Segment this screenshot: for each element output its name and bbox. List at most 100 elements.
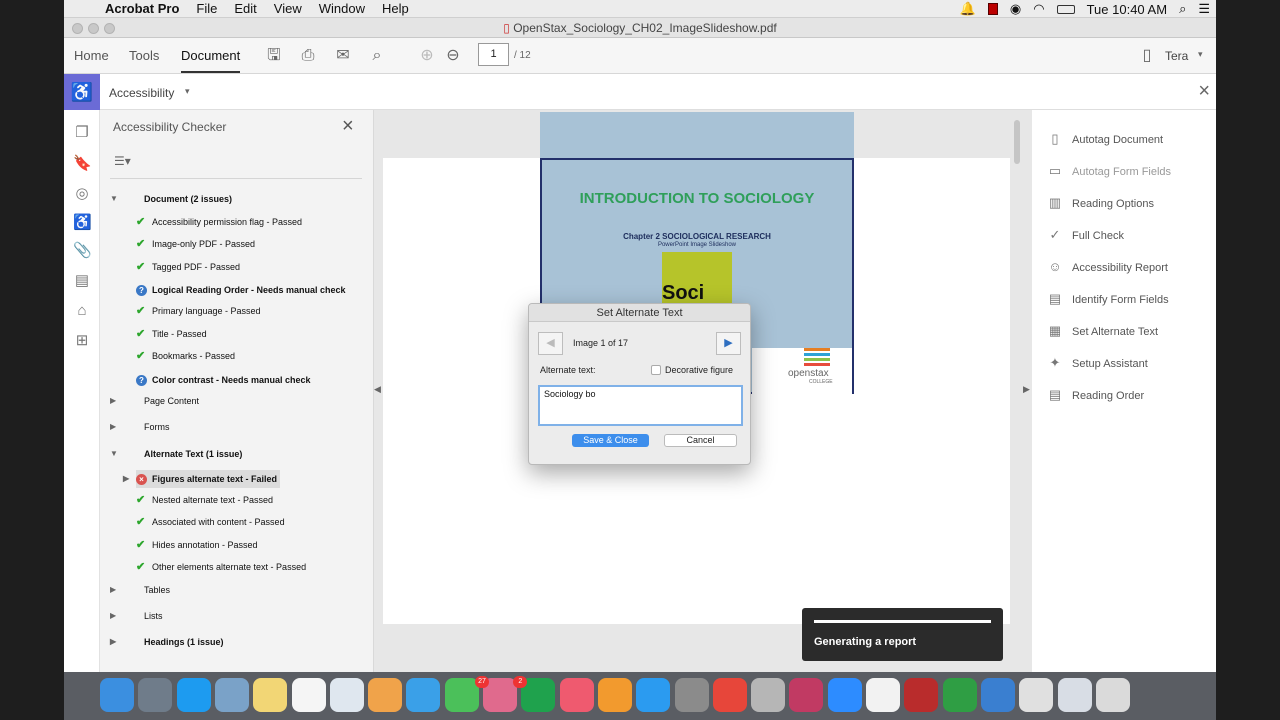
dock-app-icon[interactable] (1095, 678, 1130, 712)
tab-home[interactable]: Home (74, 48, 109, 63)
cancel-button[interactable]: Cancel (664, 434, 737, 447)
tool-item[interactable]: ▯ Autotag Document (1046, 130, 1163, 150)
minimize-window-button[interactable] (88, 23, 99, 34)
tree-item[interactable]: ✔ Nested alternate text - Passed (136, 491, 273, 509)
dock-app-icon[interactable] (866, 678, 900, 712)
tree-group[interactable]: ▼ Alternate Text (1 issue) (110, 445, 242, 463)
collapsed-triangle-icon[interactable]: ▶ (110, 392, 116, 410)
tab-document[interactable]: Document (181, 48, 241, 73)
menu-app-name[interactable]: Acrobat Pro (105, 1, 179, 16)
search-accessibility-icon[interactable]: ◎ (73, 185, 91, 203)
email-icon[interactable]: ✉ (332, 45, 354, 67)
save-close-button[interactable]: Save & Close (572, 434, 649, 447)
print-icon[interactable]: ⎙ (297, 45, 319, 67)
accessibility-checker-icon[interactable]: ♿ (73, 214, 92, 232)
save-icon[interactable]: 🖫 (263, 45, 285, 67)
attachments-icon[interactable]: 📎 (73, 242, 92, 260)
tree-item[interactable]: ✔ Hides annotation - Passed (136, 536, 258, 554)
spotlight-search-icon[interactable]: ⌕ (1179, 1, 1186, 17)
dock-app-icon[interactable] (674, 678, 709, 712)
dock-app-icon[interactable] (712, 678, 747, 712)
tree-item[interactable]: ✔ Title - Passed (136, 325, 207, 343)
dock-app-icon[interactable] (406, 678, 441, 712)
tool-item[interactable]: ▤ Identify Form Fields (1046, 290, 1169, 310)
tab-tools[interactable]: Tools (129, 48, 159, 63)
dock-app-icon[interactable] (827, 678, 862, 712)
close-window-button[interactable] (72, 23, 83, 34)
dock-app-icon[interactable] (751, 678, 786, 712)
tool-item[interactable]: ▥ Reading Options (1046, 194, 1154, 214)
close-panel-icon[interactable]: × (342, 115, 354, 138)
notification-icon[interactable]: 🔔 (960, 1, 976, 17)
dock-app-icon[interactable] (597, 678, 632, 712)
tree-item[interactable]: ✔ Accessibility permission flag - Passed (136, 213, 302, 231)
menu-list-icon[interactable]: ☰ (1198, 1, 1210, 17)
dock-app-icon[interactable] (176, 678, 211, 712)
clock[interactable]: Tue 10:40 AM (1087, 2, 1167, 17)
user-name[interactable]: Tera (1165, 49, 1188, 63)
tool-item[interactable]: ✓ Full Check (1046, 226, 1124, 246)
dock-app-icon[interactable] (253, 678, 288, 712)
next-image-button[interactable]: ▶ (716, 332, 741, 355)
tree-item[interactable]: ? Logical Reading Order - Needs manual ch… (136, 281, 346, 299)
collapsed-triangle-icon[interactable]: ▶ (110, 633, 116, 651)
expanded-triangle-icon[interactable]: ▼ (110, 190, 118, 208)
tree-item[interactable]: ✔ Primary language - Passed (136, 302, 261, 320)
dock-app-icon[interactable] (291, 678, 326, 712)
tool-name[interactable]: Accessibility (109, 86, 174, 100)
dock-app-icon[interactable] (942, 678, 977, 712)
dock-app-icon[interactable] (980, 678, 1015, 712)
collapsed-triangle-icon[interactable]: ▶ (123, 470, 129, 488)
tree-item[interactable]: ✔ Other elements alternate text - Passed (136, 558, 306, 576)
alt-text-input[interactable]: Sociology bo (538, 385, 743, 426)
tree-group[interactable]: ▶ Tables (110, 581, 170, 599)
accessibility-tool-icon[interactable]: ♿ (64, 74, 100, 110)
previous-page-icon[interactable]: ⊕ (416, 45, 438, 67)
dock-app-icon[interactable] (138, 678, 173, 712)
tool-item[interactable]: ▤ Reading Order (1046, 386, 1144, 406)
dock-app-icon[interactable] (904, 678, 939, 712)
menu-help[interactable]: Help (382, 1, 409, 16)
menu-edit[interactable]: Edit (234, 1, 256, 16)
collapsed-triangle-icon[interactable]: ▶ (110, 418, 116, 436)
tree-group[interactable]: ▶ Page Content (110, 392, 199, 410)
dock-app-icon[interactable] (368, 678, 403, 712)
dock-app-icon[interactable] (636, 678, 671, 712)
page-thumbnails-icon[interactable]: ❐ (73, 124, 91, 142)
next-page-icon[interactable]: ⊖ (442, 45, 464, 67)
tool-item[interactable]: ✦ Setup Assistant (1046, 354, 1148, 374)
creative-cloud-icon[interactable]: ◉ (1010, 1, 1021, 17)
dock-app-icon[interactable] (329, 678, 364, 712)
bookmarks-icon[interactable]: 🔖 (73, 155, 92, 173)
options-menu-icon[interactable]: ☰▾ (114, 154, 131, 168)
decorative-checkbox[interactable] (651, 365, 661, 375)
content-icon[interactable]: ▤ (73, 272, 91, 290)
collapse-right-chevron-icon[interactable]: ▶ (1023, 384, 1030, 395)
wifi-icon[interactable]: ◠ (1033, 1, 1044, 17)
tree-item[interactable]: ✔ Image-only PDF - Passed (136, 235, 255, 253)
battery-icon[interactable] (1056, 4, 1075, 14)
collapse-left-chevron-icon[interactable]: ◀ (374, 384, 381, 395)
tool-item[interactable]: ☺ Accessibility Report (1046, 258, 1168, 278)
tree-item[interactable]: ✔ Associated with content - Passed (136, 513, 285, 531)
search-icon[interactable]: ⌕ (366, 45, 388, 67)
dock-app-icon[interactable] (444, 678, 479, 712)
tree-item[interactable]: ? Color contrast - Needs manual check (136, 371, 311, 389)
menu-view[interactable]: View (274, 1, 302, 16)
collapsed-triangle-icon[interactable]: ▶ (110, 581, 116, 599)
dock-app-icon[interactable] (1057, 678, 1092, 712)
menu-file[interactable]: File (196, 1, 217, 16)
dock-app-icon[interactable] (789, 678, 824, 712)
tags-icon[interactable]: ⌂ (73, 302, 91, 320)
tree-item[interactable]: ▶ × Figures alternate text - Failed (123, 470, 281, 488)
dock-app-icon[interactable] (559, 678, 594, 712)
close-tool-icon[interactable]: × (1198, 80, 1210, 103)
tree-group[interactable]: ▶ Forms (110, 418, 170, 436)
previous-image-button[interactable]: ◀ (538, 332, 563, 355)
tool-item[interactable]: ▭ Autotag Form Fields (1046, 162, 1171, 182)
tool-dropdown-chevron-icon[interactable]: ▾ (185, 86, 190, 97)
dock-app-icon[interactable] (100, 678, 134, 712)
flag-icon[interactable] (987, 3, 998, 15)
dock-app-icon[interactable] (214, 678, 249, 712)
tree-item[interactable]: ✔ Tagged PDF - Passed (136, 258, 240, 276)
